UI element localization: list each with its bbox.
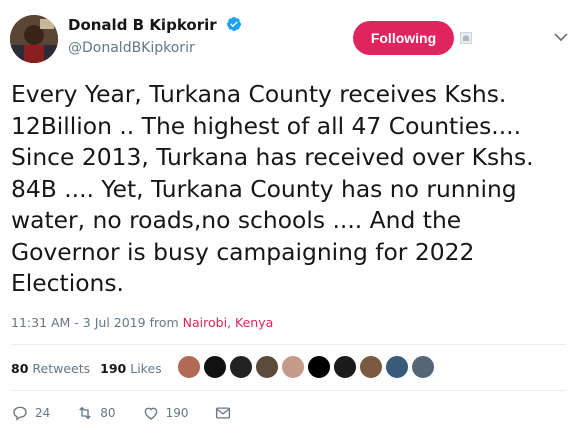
retweet-count: 80 [100,406,116,420]
liker-avatar[interactable] [203,355,227,379]
user-handle[interactable]: @DonaldBKipkorir [68,40,195,56]
direct-message-button[interactable] [214,404,238,422]
like-count: 190 [165,406,189,420]
liker-avatar[interactable] [411,355,435,379]
notifications-icon[interactable] [460,32,472,44]
liker-avatar[interactable] [177,355,201,379]
display-name-text: Donald B Kipkorir [68,16,217,34]
envelope-icon [216,407,231,419]
liker-avatar[interactable] [229,355,253,379]
tweet-header: Donald B Kipkorir @DonaldBKipkorir Follo… [0,0,575,70]
retweet-icon [79,406,92,420]
retweet-button[interactable]: 80 [76,404,116,422]
tweet-stats: 80 Retweets 190 Likes [11,358,162,378]
tweet-meta: 11:31 AM - 3 Jul 2019 from Nairobi, Keny… [11,315,273,330]
verified-badge-icon [226,17,241,31]
like-button[interactable]: 190 [142,404,189,422]
tweet-timestamp[interactable]: 11:31 AM - 3 Jul 2019 [11,315,146,330]
liker-avatars [177,355,437,381]
liker-avatar[interactable] [333,355,357,379]
tweet-text: Every Year, Turkana County receives Kshs… [11,80,534,297]
retweets-label: Retweets [32,360,91,376]
reply-count: 24 [35,406,51,420]
likes-stat[interactable]: 190 Likes [100,361,162,376]
liker-avatar[interactable] [307,355,331,379]
liker-avatar[interactable] [359,355,383,379]
likes-label: Likes [130,360,162,376]
reply-button[interactable]: 24 [11,404,50,422]
divider [11,344,566,345]
retweets-stat[interactable]: 80 Retweets [11,361,90,376]
tweet-actions: 24 80 190 [11,401,264,425]
liker-avatar[interactable] [255,355,279,379]
following-button[interactable]: Following [353,21,454,55]
avatar-image [10,15,58,63]
divider [11,390,566,391]
chevron-down-icon[interactable] [554,32,568,42]
tweet-location[interactable]: Nairobi, Kenya [183,315,274,330]
likes-count: 190 [100,360,127,376]
liker-avatar[interactable] [385,355,409,379]
liker-avatar[interactable] [281,355,305,379]
retweets-count: 80 [11,360,29,376]
avatar[interactable] [10,15,58,63]
heart-icon [144,407,157,420]
display-name[interactable]: Donald B Kipkorir [68,16,242,34]
from-label: from [149,315,179,330]
reply-icon [13,406,27,421]
